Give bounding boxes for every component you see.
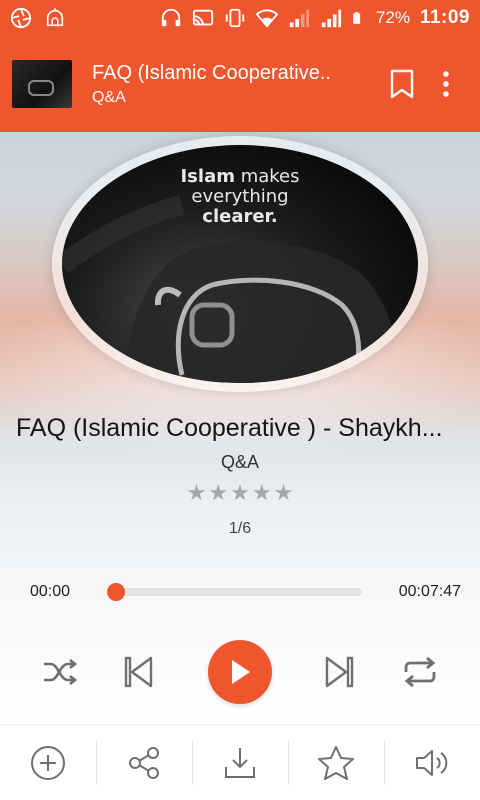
clock: 11:09 — [419, 7, 470, 28]
overflow-menu-button[interactable] — [424, 62, 468, 106]
shuffle-icon — [44, 658, 78, 686]
album-art-text: Islam makes everything clearer. — [180, 166, 300, 227]
overflow-menu-icon — [443, 71, 449, 97]
vibrate-icon — [225, 8, 245, 28]
star-outline-icon — [318, 745, 354, 780]
next-button[interactable] — [318, 650, 362, 694]
play-icon — [232, 660, 250, 684]
seek-bar-thumb[interactable] — [106, 583, 125, 601]
star-icon[interactable]: ★ — [274, 480, 294, 506]
star-icon[interactable]: ★ — [252, 480, 272, 506]
signal-icon — [321, 9, 342, 28]
total-time: 00:07:47 — [398, 583, 461, 600]
album-thumbnail[interactable] — [12, 60, 72, 108]
shuffle-button[interactable] — [38, 650, 82, 694]
bookmark-icon — [390, 69, 414, 99]
player-main: Islam makes everything clearer. FAQ (Isl… — [0, 132, 480, 720]
seek-bar[interactable] — [106, 583, 362, 601]
download-button[interactable] — [192, 733, 288, 793]
bookmark-button[interactable] — [380, 62, 424, 106]
previous-icon — [124, 656, 153, 688]
wifi-icon — [255, 9, 278, 28]
battery-percent: 72% — [375, 8, 410, 27]
share-icon — [129, 746, 159, 779]
signal-weak-icon — [289, 9, 310, 28]
app-bar-title-block: FAQ (Islamic Cooperative.. Q&A — [92, 62, 380, 107]
album-art: Islam makes everything clearer. — [62, 145, 418, 383]
track-title: FAQ (Islamic Cooperative ) - Shaykh... — [16, 414, 443, 442]
bottom-action-bar — [0, 724, 480, 800]
mosque-icon — [46, 7, 64, 27]
download-icon — [225, 747, 255, 778]
track-artist: Q&A — [220, 452, 259, 472]
status-bar: 72% 11:09 — [0, 0, 480, 36]
add-to-playlist-button[interactable] — [0, 733, 96, 793]
volume-icon — [416, 749, 448, 776]
share-button[interactable] — [96, 733, 192, 793]
headphones-icon — [161, 8, 181, 27]
playback-controls — [0, 632, 480, 712]
battery-icon — [353, 12, 361, 24]
elapsed-time: 00:00 — [30, 583, 71, 600]
play-button[interactable] — [208, 640, 272, 704]
camera-shutter-icon — [10, 7, 32, 29]
repeat-icon — [404, 656, 436, 688]
favorite-button[interactable] — [288, 733, 384, 793]
track-position: 1/6 — [228, 520, 252, 537]
add-icon — [31, 745, 65, 780]
previous-button[interactable] — [116, 650, 160, 694]
volume-button[interactable] — [384, 733, 480, 793]
app-bar: FAQ (Islamic Cooperative.. Q&A — [0, 36, 480, 132]
cast-icon — [192, 9, 214, 26]
repeat-button[interactable] — [398, 650, 442, 694]
next-icon — [325, 656, 354, 688]
star-icon[interactable]: ★ — [230, 480, 250, 506]
rating-stars[interactable]: ★★★★★ — [0, 480, 480, 506]
star-icon[interactable]: ★ — [187, 480, 207, 506]
app-bar-title: FAQ (Islamic Cooperative.. — [92, 61, 331, 84]
app-bar-subtitle: Q&A — [92, 88, 126, 106]
star-icon[interactable]: ★ — [208, 480, 228, 506]
